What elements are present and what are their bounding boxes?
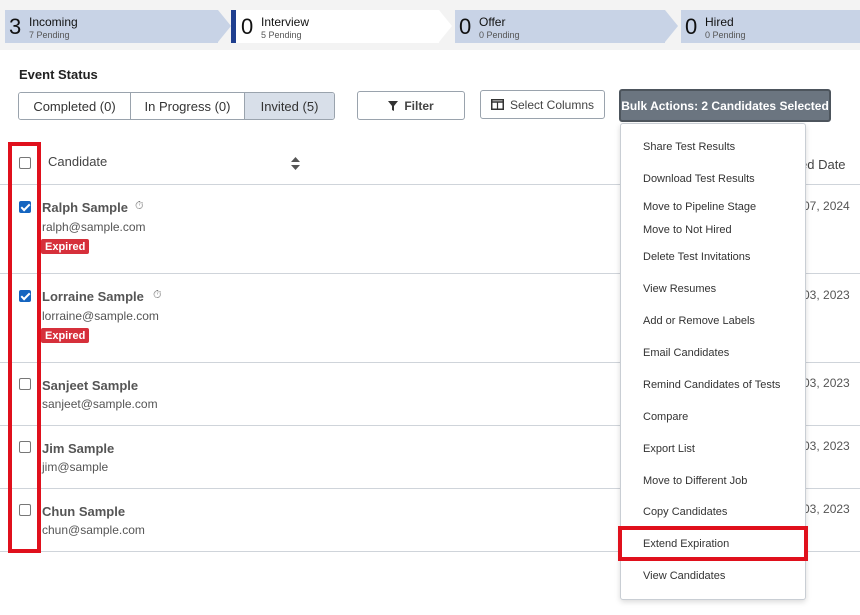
candidate-name[interactable]: Lorraine Sample <box>42 289 144 304</box>
filter-icon <box>388 100 399 111</box>
stage-name: Offer <box>479 15 506 29</box>
candidate-email: chun@sample.com <box>42 523 145 537</box>
event-status-tabs: Completed (0) In Progress (0) Invited (5… <box>18 92 335 120</box>
candidate-email: lorraine@sample.com <box>42 309 159 323</box>
columns-icon <box>490 99 504 110</box>
stage-interview[interactable]: 0 Interview 5 Pending <box>231 10 452 43</box>
stage-name: Incoming <box>29 15 78 29</box>
menu-item-move-to-not-hired[interactable]: Move to Not Hired <box>643 224 732 236</box>
select-columns-label: Select Columns <box>509 97 595 112</box>
active-stage-indicator <box>231 10 236 43</box>
timer-icon: ⏱ <box>135 200 144 212</box>
menu-item-copy-candidates[interactable]: Copy Candidates <box>643 506 727 518</box>
timer-icon: ⏱ <box>153 289 162 301</box>
menu-item-move-to-pipeline-stage[interactable]: Move to Pipeline Stage <box>643 201 756 213</box>
stage-pending: 0 Pending <box>705 30 746 40</box>
menu-item-email-candidates[interactable]: Email Candidates <box>643 347 729 359</box>
stage-incoming[interactable]: 3 Incoming 7 Pending <box>5 10 231 43</box>
stage-offer[interactable]: 0 Offer 0 Pending <box>455 10 678 43</box>
pipeline-bar: 3 Incoming 7 Pending 0 Interview 5 Pendi… <box>0 0 860 50</box>
stage-count: 0 <box>459 14 472 39</box>
stage-pending: 5 Pending <box>261 30 302 40</box>
stage-arrow <box>665 10 678 42</box>
candidate-name[interactable]: Jim Sample <box>42 441 114 456</box>
stage-hired[interactable]: 0 Hired 0 Pending <box>681 10 860 43</box>
checkbox-column-highlight <box>8 142 41 553</box>
sort-icon[interactable] <box>291 157 300 175</box>
column-header-date[interactable]: ed Date <box>800 157 846 172</box>
menu-item-delete-test-invitations[interactable]: Delete Test Invitations <box>643 251 750 263</box>
tab-completed[interactable]: Completed (0) <box>19 93 131 119</box>
stage-pending: 0 Pending <box>479 30 520 40</box>
stage-arrow <box>218 10 231 42</box>
tab-in-progress[interactable]: In Progress (0) <box>131 93 245 119</box>
filter-button-label: Filter <box>404 98 434 113</box>
menu-item-share-test-results[interactable]: Share Test Results <box>643 141 735 153</box>
stage-pending: 7 Pending <box>29 30 70 40</box>
candidate-email: ralph@sample.com <box>42 220 146 234</box>
menu-item-export-list[interactable]: Export List <box>643 443 695 455</box>
stage-name: Hired <box>705 15 734 29</box>
candidate-name[interactable]: Sanjeet Sample <box>42 378 138 393</box>
menu-item-compare[interactable]: Compare <box>643 411 688 423</box>
select-columns-button[interactable]: Select Columns <box>480 90 605 119</box>
row-date: 03, 2023 <box>803 376 850 390</box>
menu-item-download-test-results[interactable]: Download Test Results <box>643 173 755 185</box>
extend-expiration-highlight <box>618 526 808 561</box>
tab-invited[interactable]: Invited (5) <box>245 93 334 119</box>
event-status-title: Event Status <box>19 67 98 82</box>
stage-arrow <box>439 10 452 42</box>
row-date: 03, 2023 <box>803 439 850 453</box>
candidate-email: jim@sample <box>42 460 109 474</box>
stage-count: 3 <box>9 14 22 39</box>
expired-badge: Expired <box>41 239 90 254</box>
column-header-candidate[interactable]: Candidate <box>48 154 107 169</box>
menu-item-move-to-different-job[interactable]: Move to Different Job <box>643 475 747 487</box>
candidate-email: sanjeet@sample.com <box>42 397 158 411</box>
menu-item-remind-candidates[interactable]: Remind Candidates of Tests <box>643 379 780 391</box>
menu-item-view-candidates[interactable]: View Candidates <box>643 570 725 582</box>
candidate-name[interactable]: Ralph Sample <box>42 200 128 215</box>
stage-name: Interview <box>261 15 310 29</box>
row-date: 03, 2023 <box>803 288 850 302</box>
expired-badge: Expired <box>41 328 90 343</box>
row-date: 07, 2024 <box>803 199 850 213</box>
stage-count: 0 <box>685 14 698 39</box>
filter-button[interactable]: Filter <box>357 91 465 120</box>
candidate-name[interactable]: Chun Sample <box>42 504 125 519</box>
stage-count: 0 <box>241 14 254 39</box>
bulk-actions-button[interactable]: Bulk Actions: 2 Candidates Selected <box>619 89 831 122</box>
row-date: 03, 2023 <box>803 502 850 516</box>
menu-item-view-resumes[interactable]: View Resumes <box>643 283 716 295</box>
menu-item-add-remove-labels[interactable]: Add or Remove Labels <box>643 315 755 327</box>
